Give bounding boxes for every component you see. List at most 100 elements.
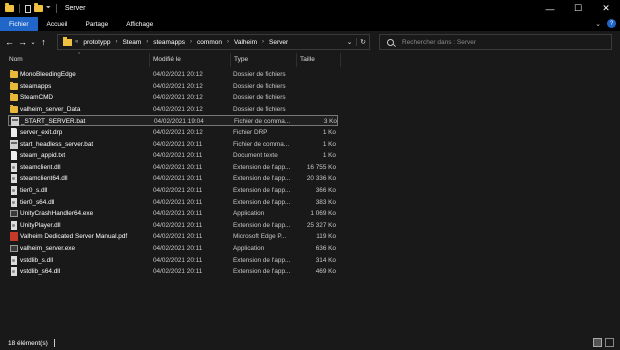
dll-file-icon [11,255,17,265]
large-icons-view-icon[interactable] [605,338,614,347]
list-item[interactable]: steam_appid.txt 04/02/2021 20:11 Documen… [8,150,338,161]
address-dropdown-icon[interactable]: ⌄ [343,38,356,46]
file-modified: 04/02/2021 20:11 [153,152,203,160]
search-box[interactable] [379,34,612,50]
list-item[interactable]: vstdlib_s.dll 04/02/2021 20:11 Extension… [8,255,338,266]
back-arrow-icon[interactable]: ← [3,35,16,49]
column-header-modified[interactable]: Modifié le [153,55,181,65]
column-divider[interactable] [230,53,231,67]
file-size: 20 336 Ko [306,175,336,183]
file-type: Dossier de fichiers [233,82,286,90]
list-item[interactable]: vstdlib_s64.dll 04/02/2021 20:11 Extensi… [8,266,338,277]
dll-file-icon [11,174,17,184]
text-file-icon [11,151,17,161]
file-name: MonoBleedingEdge [20,71,76,78]
list-item[interactable]: tier0_s.dll 04/02/2021 20:11 Extension d… [8,185,338,196]
column-header-type[interactable]: Type [234,55,248,65]
chevron-right-icon[interactable]: › [262,39,264,45]
sort-ascending-icon: ⌃ [77,52,82,58]
toolbar-divider [19,4,20,13]
file-size: 1 Ko [322,140,336,148]
file-modified: 04/02/2021 20:11 [153,268,203,276]
customize-toolbar-icon[interactable]: ⏷ [46,5,51,12]
list-item[interactable]: UnityCrashHandler64.exe 04/02/2021 20:11… [8,208,338,219]
file-type: Document texte [233,152,278,160]
file-size: 469 Ko [315,268,336,276]
dll-file-icon [11,197,17,207]
file-type: Dossier de fichiers [233,105,286,113]
address-actions: ⌄ ↻ [343,35,369,49]
chevron-right-icon[interactable]: › [146,39,148,45]
file-size [296,104,336,115]
minimize-button[interactable]: — [536,0,564,17]
column-divider[interactable] [296,53,297,67]
file-size: 25 327 Ko [306,221,336,229]
file-modified: 04/02/2021 20:11 [153,233,203,241]
file-modified: 04/02/2021 20:11 [153,140,203,148]
tab-affichage[interactable]: Affichage [117,17,162,31]
expand-ribbon-icon[interactable]: ⌄ [595,20,601,28]
list-item[interactable]: MonoBleedingEdge 04/02/2021 20:12 Dossie… [8,69,338,80]
file-name: vstdlib_s.dll [20,256,54,264]
file-type: Application [233,245,265,252]
breadcrumb-common[interactable]: common [197,39,222,46]
list-item[interactable]: steamapps 04/02/2021 20:12 Dossier de fi… [8,81,338,92]
file-modified: 04/02/2021 20:12 [153,94,203,102]
list-item[interactable]: valheim_server.exe 04/02/2021 20:11 Appl… [8,243,338,254]
column-divider[interactable] [149,53,150,67]
list-item[interactable]: tier0_s64.dll 04/02/2021 20:11 Extension… [8,197,338,208]
file-modified: 04/02/2021 20:12 [153,105,203,113]
tab-partage[interactable]: Partage [76,17,117,31]
maximize-button[interactable]: ☐ [564,0,592,17]
breadcrumb-server[interactable]: Server [269,39,288,46]
ribbon-tabs: Fichier Accueil Partage Affichage ⌄ ? [0,17,620,31]
file-size: 383 Ko [315,198,336,206]
list-item[interactable]: start_headless_server.bat 04/02/2021 20:… [8,139,338,150]
chevron-right-icon[interactable]: › [115,39,117,45]
column-header-size[interactable]: Taille [300,55,315,65]
list-item[interactable]: valheim_server_Data 04/02/2021 20:12 Dos… [8,104,338,115]
tab-accueil[interactable]: Accueil [38,17,77,31]
chevron-right-icon[interactable]: › [227,39,229,45]
file-type: Extension de l'app... [233,221,291,229]
toolbar-divider [55,4,57,13]
file-name: _START_SERVER.bat [21,118,86,126]
recent-locations-icon[interactable]: ⌄ [29,35,37,49]
breadcrumb-valheim[interactable]: Valheim [234,39,257,46]
list-item[interactable]: SteamCMD 04/02/2021 20:12 Dossier de fic… [8,92,338,103]
address-bar[interactable]: « prototypp › Steam › steamapps › common… [57,34,370,50]
file-name: Valheim Dedicated Server Manual.pdf [20,233,128,241]
column-divider[interactable] [340,53,341,67]
file-modified: 04/02/2021 20:11 [153,245,203,252]
list-item[interactable]: steamclient.dll 04/02/2021 20:11 Extensi… [8,162,338,173]
properties-icon[interactable] [25,4,31,13]
breadcrumb-prototypp[interactable]: prototypp [83,39,110,46]
more-locations-icon[interactable]: « [75,39,78,45]
tab-fichier[interactable]: Fichier [0,17,38,31]
file-name: valheim_server.exe [20,245,76,252]
up-arrow-icon[interactable]: ↑ [37,35,50,49]
new-folder-icon[interactable] [34,3,43,12]
folder-icon [10,93,18,102]
file-name: UnityCrashHandler64.exe [20,210,94,218]
refresh-icon[interactable]: ↻ [356,38,369,46]
breadcrumb-steamapps[interactable]: steamapps [153,39,185,46]
chevron-right-icon[interactable]: › [190,39,192,45]
list-item[interactable]: Valheim Dedicated Server Manual.pdf 04/0… [8,231,338,242]
list-item[interactable]: UnityPlayer.dll 04/02/2021 20:11 Extensi… [8,220,338,231]
list-item[interactable]: server_exit.drp 04/02/2021 20:12 Fichier… [8,127,338,138]
folder-icon [10,70,18,78]
file-size: 366 Ko [315,187,336,194]
column-headers: ⌃ Nom Modifié le Type Taille [0,52,620,67]
close-button[interactable]: ✕ [592,0,620,17]
list-item[interactable]: steamclient64.dll 04/02/2021 20:11 Exten… [8,173,338,184]
search-input[interactable] [402,38,602,46]
search-icon [387,38,394,46]
forward-arrow-icon[interactable]: → [16,35,29,49]
details-view-icon[interactable] [593,338,602,347]
list-item-selected[interactable]: _START_SERVER.bat 04/02/2021 19:04 Fichi… [8,115,338,127]
file-name: steamclient64.dll [20,175,68,183]
breadcrumb-steam[interactable]: Steam [122,39,141,46]
help-icon[interactable]: ? [607,19,616,28]
column-header-name[interactable]: Nom [9,55,23,65]
